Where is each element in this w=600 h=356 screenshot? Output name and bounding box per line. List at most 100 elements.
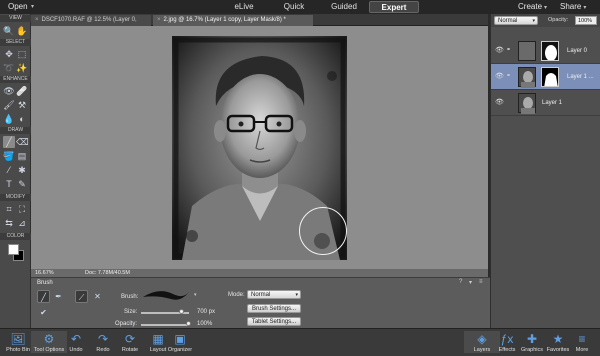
gradient-icon[interactable]: ▤	[16, 150, 28, 162]
eye-icon[interactable]: 👁	[3, 85, 15, 97]
layer-row-layer-0[interactable]: 👁 ⚭ Layer 0	[491, 38, 600, 64]
visibility-eye-icon[interactable]: 👁	[495, 72, 504, 80]
eraser-icon[interactable]: ⌫	[16, 136, 29, 148]
organizer-icon: ▣	[174, 332, 186, 346]
organizer-button[interactable]: ▣ Organizer	[162, 331, 198, 353]
tablet-settings-button[interactable]: Tablet Settings...	[247, 317, 301, 326]
pencil-icon[interactable]: ✎	[16, 178, 28, 190]
mask-shape	[545, 45, 557, 60]
zoom-icon[interactable]: 🔍	[3, 25, 15, 37]
share-menu[interactable]: Share ▾	[560, 2, 586, 11]
link-icon[interactable]: ⚭	[506, 46, 511, 53]
more-label: More	[575, 347, 589, 353]
opacity-slider[interactable]	[141, 324, 189, 326]
create-menu[interactable]: Create ▾	[518, 2, 547, 11]
magic-wand-icon[interactable]: ✨	[16, 62, 28, 74]
bottom-task-bar: 🖼 Photo Bin ⚙ Tool Options ↶ Undo ↷ Redo ⟳ Ro…	[0, 328, 600, 356]
spot-healing-icon[interactable]: 🩹	[16, 85, 28, 97]
blend-mode-select[interactable]: Normal ▾	[247, 290, 301, 299]
link-icon[interactable]: ⚭	[506, 72, 511, 79]
recompose-icon[interactable]: ⛶	[16, 203, 28, 215]
impressionist-brush-option[interactable]: ✒	[52, 290, 65, 303]
tab-label: 2.jpg @ 16.7% (Layer 1 copy, Layer Mask/…	[163, 17, 286, 23]
close-icon[interactable]: ×	[35, 17, 39, 23]
sponge-icon[interactable]: ◐	[16, 113, 28, 125]
close-icon[interactable]: ×	[157, 17, 161, 23]
chevron-down-icon[interactable]: ▾	[31, 3, 34, 10]
blur-icon[interactable]: 💧	[3, 113, 15, 125]
clone-stamp-icon[interactable]: ⚒	[16, 99, 28, 111]
layer-thumbnail	[518, 67, 536, 88]
layer-mask-thumbnail[interactable]	[541, 41, 559, 61]
organizer-label: Organizer	[167, 347, 193, 353]
canvas-area[interactable]	[31, 26, 488, 269]
section-select: SELECT	[0, 39, 31, 46]
help-icon[interactable]: ?	[459, 279, 462, 285]
layer-row-layer-1[interactable]: 👁 Layer 1	[491, 90, 600, 116]
section-enhance: ENHANCE	[0, 76, 31, 83]
layer-name: Layer 1	[542, 100, 563, 106]
mode-expert[interactable]: Expert	[369, 1, 419, 13]
foreground-color-swatch[interactable]	[8, 244, 19, 255]
document-size: Doc: 7.78M/40.5M	[85, 270, 130, 276]
brush-preset-picker[interactable]	[141, 288, 191, 302]
chevron-down-icon[interactable]: ▾	[194, 292, 197, 298]
move-icon[interactable]: ✥	[3, 48, 15, 60]
brush-icon[interactable]: ╱	[3, 136, 15, 148]
crop-icon[interactable]: ⌗	[3, 203, 15, 215]
share-label: Share	[560, 2, 582, 11]
zoom-level[interactable]: 16.67%	[35, 269, 54, 277]
layer-mask-thumbnail[interactable]	[541, 67, 559, 87]
brush-settings-button[interactable]: Brush Settings...	[247, 304, 301, 313]
open-menu[interactable]: Open	[8, 2, 28, 11]
visibility-eye-icon[interactable]: 👁	[495, 46, 504, 54]
menu-bar: Open ▾ eLive Quick Guided Expert Create ▾…	[0, 0, 600, 14]
smart-brush-icon[interactable]: 🖌	[3, 99, 15, 111]
create-label: Create	[518, 2, 543, 11]
layers-panel: Normal ▾ Opacity: 100% 👁 ⚭ Layer 0 👁 ⚭ La…	[490, 14, 600, 328]
mode-switcher: eLive Quick Guided Expert	[219, 1, 419, 13]
reset-icon[interactable]: ≡	[479, 279, 483, 285]
more-icon: ≡	[578, 332, 586, 346]
content-aware-move-icon[interactable]: ⇆	[3, 217, 15, 229]
layer-opacity-label: Opacity:	[548, 17, 569, 23]
layers-panel-header: Normal ▾ Opacity: 100%	[491, 14, 600, 27]
mode-guided[interactable]: Guided	[319, 1, 369, 13]
eyedropper-icon[interactable]: ⁄	[3, 164, 15, 176]
layer-opacity-input[interactable]: 100%	[575, 16, 597, 25]
section-color: COLOR	[0, 233, 31, 240]
paint-bucket-icon[interactable]: 🪣	[3, 150, 15, 162]
opacity-slider-knob[interactable]	[186, 321, 191, 326]
color-replacement-option[interactable]: ✔	[37, 306, 50, 319]
straighten-icon[interactable]: ⊿	[16, 217, 28, 229]
airbrush-off-icon[interactable]: ✕	[91, 290, 104, 303]
opacity-label: Opacity:	[115, 321, 138, 327]
mode-elive[interactable]: eLive	[219, 1, 269, 13]
brush-label: Brush:	[121, 294, 139, 300]
custom-shape-icon[interactable]: ✱	[16, 164, 28, 176]
section-modify: MODIFY	[0, 194, 31, 201]
layer-thumbnail	[518, 93, 536, 114]
lasso-icon[interactable]: ➰	[3, 62, 15, 74]
section-draw: DRAW	[0, 127, 31, 134]
brush-tool-option[interactable]: ╱	[37, 290, 50, 303]
airbrush-toggle[interactable]: ⟋	[75, 290, 88, 303]
layer-row-layer-1-copy[interactable]: 👁 ⚭ Layer 1 ...	[491, 64, 600, 90]
blend-mode-value: Normal	[251, 292, 271, 298]
layer-name: Layer 0	[567, 48, 588, 54]
chevron-down-icon: ▾	[295, 292, 298, 298]
tab-2jpg[interactable]: × 2.jpg @ 16.7% (Layer 1 copy, Layer Mask…	[153, 15, 313, 26]
tab-dscf1070[interactable]: ×DSCF1070.RAF @ 12.5% (Layer 0, RGB/8) *	[31, 15, 151, 34]
size-slider-knob[interactable]	[178, 309, 184, 314]
marquee-icon[interactable]: ⬚	[16, 48, 28, 60]
opacity-value[interactable]: 100%	[197, 321, 212, 327]
type-icon[interactable]: T	[3, 178, 15, 190]
visibility-eye-icon[interactable]: 👁	[495, 98, 504, 106]
panel-menu-icon[interactable]: ▾	[469, 279, 472, 286]
layer-name: Layer 1 ...	[567, 74, 594, 80]
more-button[interactable]: ≡ More	[564, 331, 600, 353]
layer-blend-mode-select[interactable]: Normal ▾	[494, 16, 538, 25]
mode-quick[interactable]: Quick	[269, 1, 319, 13]
size-value[interactable]: 700 px	[197, 309, 215, 315]
hand-icon[interactable]: ✋	[16, 25, 28, 37]
